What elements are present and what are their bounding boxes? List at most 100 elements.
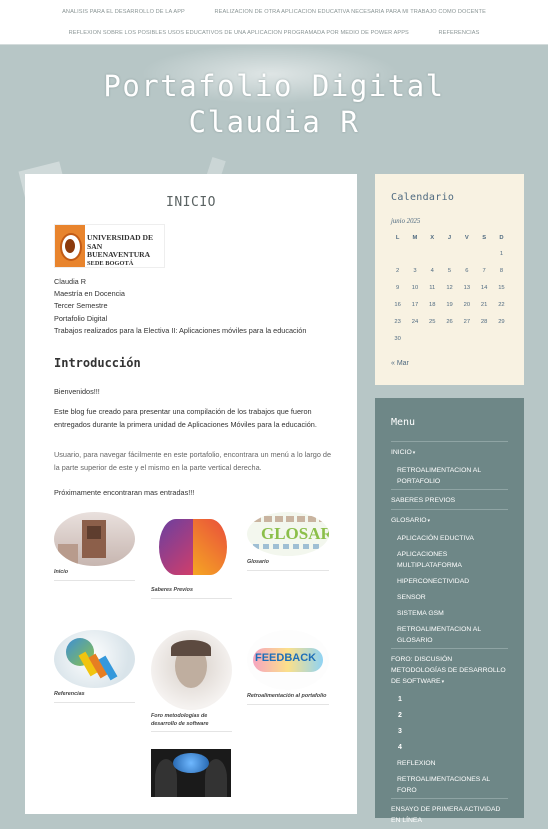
calendar-day: 30 xyxy=(394,335,401,342)
brain-image xyxy=(151,514,232,584)
intro-paragraph-2: Usuario, para navegar fácilmente en este… xyxy=(54,450,332,472)
author-name: Claudia R xyxy=(54,277,87,286)
menu-item-label: SENSOR xyxy=(397,594,426,601)
calendar-day xyxy=(475,245,492,262)
menu-subitem[interactable]: APLICACIONES MULTIPLATAFORMA xyxy=(391,546,508,573)
calendar-prev-link[interactable]: « Mar xyxy=(391,360,409,367)
thumb-reflexion[interactable] xyxy=(151,749,231,797)
calendar-day xyxy=(406,330,423,347)
program-name: Maestría en Docencia xyxy=(54,289,125,299)
calendar-day: 13 xyxy=(463,284,471,291)
calendar-day: 18 xyxy=(429,301,436,308)
calendar-day: 1 xyxy=(499,250,504,257)
menu-subitem[interactable]: RETROALIMENTACION AL GLOSARIO xyxy=(391,621,508,648)
menu-item-label: 3 xyxy=(398,728,402,735)
calendar-day: 15 xyxy=(498,284,505,291)
calendar-day: 23 xyxy=(394,318,401,325)
menu-subitem[interactable]: REFLEXION xyxy=(391,755,508,771)
menu-subitem[interactable]: HIPERCONECTIVIDAD xyxy=(391,573,508,589)
calendar-day xyxy=(493,330,510,347)
intro-heading: Introducción xyxy=(54,356,141,370)
thumb-saberes-previos[interactable]: Saberes Previos xyxy=(151,514,232,599)
calendar-day: 12 xyxy=(446,284,453,291)
calendar-day: 21 xyxy=(480,301,488,308)
nav-link-referencias[interactable]: REFERENCIAS xyxy=(439,30,480,36)
calendar-day xyxy=(458,330,475,347)
menu-subitem[interactable]: RETROALIMENTACION AL PORTAFOLIO xyxy=(391,462,508,489)
menu-title: Menu xyxy=(391,417,416,428)
calendar-week: 2 3 4 5 6 7 8 xyxy=(389,262,510,279)
menu-list: INICIO▾ RETROALIMENTACION AL PORTAFOLIO SA… xyxy=(391,441,508,829)
calendar-day: 17 xyxy=(411,301,419,308)
calendar-day: 5 xyxy=(447,267,452,274)
university-seal-icon xyxy=(55,225,85,267)
menu-item[interactable]: INICIO▾ xyxy=(391,441,508,462)
portfolio-label: Portafolio Digital xyxy=(54,313,108,323)
menu-item-label: RETROALIMENTACIONES AL FORO xyxy=(397,776,490,794)
calendar-week: 1 xyxy=(389,245,510,262)
thumb-inicio[interactable]: Inicio xyxy=(54,512,135,581)
weekday-label: J xyxy=(447,235,452,241)
calendar-day: 7 xyxy=(482,267,486,274)
menu-subitem-number[interactable]: 1 xyxy=(391,691,508,707)
university-logo: UNIVERSIDAD DE SAN BUENAVENTURA SEDE BOG… xyxy=(54,224,165,268)
calendar-day: 19 xyxy=(446,301,453,308)
thumb-retroalimentacion[interactable]: FEEDBACK Retroalimentación al portafolio xyxy=(247,630,329,705)
calendar-day: 29 xyxy=(498,318,505,325)
menu-item-label: ENSAYO DE PRIMERA ACTIVIDAD EN LÍNEA xyxy=(391,806,501,824)
university-logo-text: UNIVERSIDAD DE SAN BUENAVENTURA SEDE BOG… xyxy=(87,233,154,267)
menu-item-label: FORO: DISCUSIÓN METODOLOGÍAS DE DESARROL… xyxy=(391,656,506,685)
menu-item[interactable]: GLOSARIO▾ xyxy=(391,509,508,530)
calendar-grid: L M X J V S D 1 2 3 4 5 6 7 8 9 10 11 12 13 14 15 16 17 1… xyxy=(389,231,510,347)
thumb-caption: Referencias xyxy=(54,691,135,703)
calendar-day: 22 xyxy=(498,301,505,308)
thumb-referencias[interactable]: Referencias xyxy=(54,630,135,703)
menu-item-label: SABERES PREVIOS xyxy=(391,497,456,504)
calendar-day: 2 xyxy=(396,267,400,274)
top-nav-row-1: ANALISIS PARA EL DESARROLLO DE LA APP RE… xyxy=(0,9,548,15)
menu-subitem-number[interactable]: 4 xyxy=(391,739,508,755)
nav-link-realizacion[interactable]: REALIZACION DE OTRA APLICACION EDUCATIVA… xyxy=(215,9,486,15)
calendar-day xyxy=(389,245,406,262)
intro-paragraph-1: Este blog fue creado para presentar una … xyxy=(54,407,317,429)
post-title: INICIO xyxy=(166,195,216,210)
calendar-day: 26 xyxy=(446,318,453,325)
top-nav-row-2: REFLEXION SOBRE LOS POSIBLES USOS EDUCAT… xyxy=(0,30,548,36)
intro-paragraph-3: Próximamente encontraran mas entradas!!! xyxy=(54,488,195,497)
house-door-image xyxy=(54,512,135,566)
menu-subitem[interactable]: SISTEMA GSM xyxy=(391,605,508,621)
weekday-label: X xyxy=(430,235,435,241)
nav-link-reflexion[interactable]: REFLEXION SOBRE LOS POSIBLES USOS EDUCAT… xyxy=(69,30,409,36)
menu-item-label: SISTEMA GSM xyxy=(397,610,444,617)
menu-subitem[interactable]: SENSOR xyxy=(391,589,508,605)
calendar-day xyxy=(441,330,458,347)
thumb-caption: Saberes Previos xyxy=(151,587,232,599)
calendar-day xyxy=(424,330,441,347)
course-description: Trabajos realizados para la Electiva II:… xyxy=(54,325,307,335)
menu-subitem[interactable]: APLICACIÓN EDUCTIVA xyxy=(391,530,508,546)
calendar-day: 25 xyxy=(429,318,436,325)
menu-item[interactable]: ENSAYO DE PRIMERA ACTIVIDAD EN LÍNEA xyxy=(391,798,508,829)
menu-item-label: REFLEXION xyxy=(397,760,436,767)
calendar-day: 27 xyxy=(463,318,471,325)
chevron-down-icon[interactable]: ▾ xyxy=(413,450,416,456)
thumb-foro[interactable]: Foro metodologías de desarrollo de softw… xyxy=(151,630,232,732)
calendar-week: 23 24 25 26 27 28 29 xyxy=(389,313,510,330)
weekday-label: V xyxy=(464,235,469,241)
menu-subitem[interactable]: RETROALIMENTACIONES AL FORO xyxy=(391,771,508,798)
weekday-label: L xyxy=(395,235,400,241)
thumb-glosario[interactable]: GLOSARIO Glosario xyxy=(247,512,329,571)
menu-item-label: APLICACIÓN EDUCTIVA xyxy=(397,535,474,542)
menu-item[interactable]: FORO: DISCUSIÓN METODOLOGÍAS DE DESARROL… xyxy=(391,648,508,691)
site-title[interactable]: Portafolio Digital Claudia R xyxy=(0,68,548,140)
chevron-down-icon[interactable]: ▾ xyxy=(442,679,445,685)
calendar-day: 24 xyxy=(411,318,419,325)
menu-item[interactable]: SABERES PREVIOS xyxy=(391,489,508,509)
feedback-image: FEEDBACK xyxy=(247,630,329,690)
calendar-week: 30 xyxy=(389,330,510,347)
calendar-day: 28 xyxy=(480,318,488,325)
menu-subitem-number[interactable]: 2 xyxy=(391,707,508,723)
menu-subitem-number[interactable]: 3 xyxy=(391,723,508,739)
nav-link-analisis[interactable]: ANALISIS PARA EL DESARROLLO DE LA APP xyxy=(62,9,185,15)
chevron-down-icon[interactable]: ▾ xyxy=(428,518,431,524)
